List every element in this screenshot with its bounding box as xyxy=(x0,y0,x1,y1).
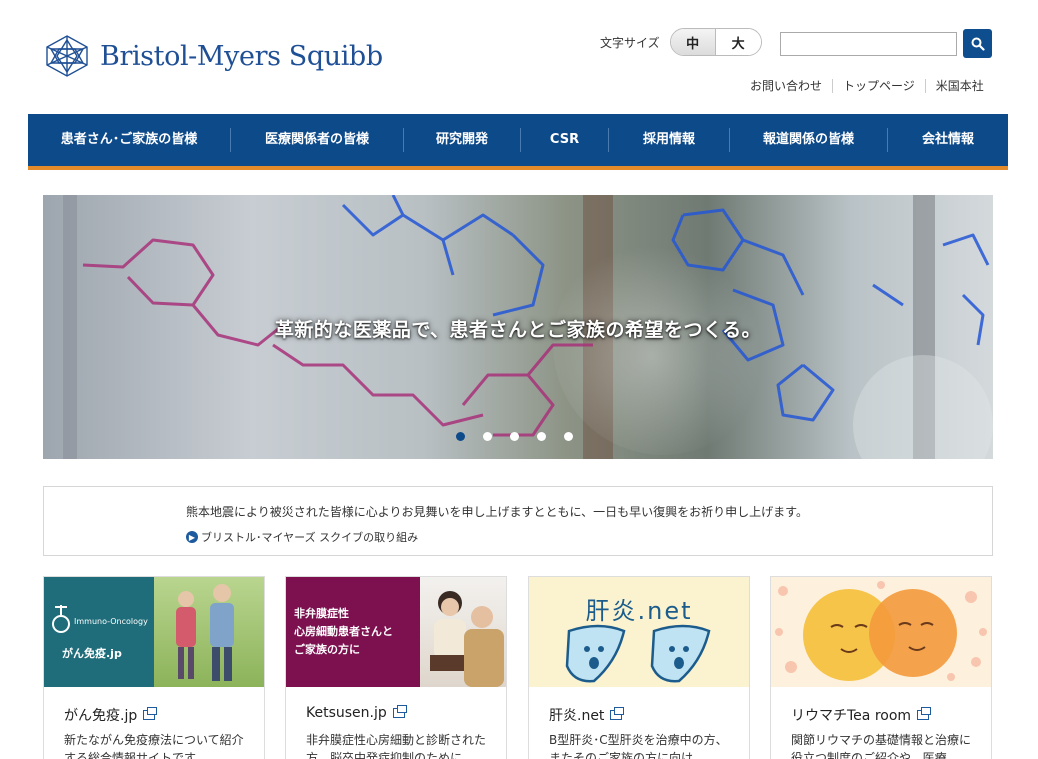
notice-box: 熊本地震により被災された皆様に心よりお見舞いを申し上げますとともに、一日も早い復… xyxy=(43,486,993,556)
card-kanen-net[interactable]: 肝炎.net 肝炎.net B型肝炎･C型肝炎を治療中の方、またそのご家族の方に… xyxy=(528,576,750,759)
carousel-dot-2[interactable] xyxy=(483,432,492,441)
card-image-label: がん免疫.jp xyxy=(62,647,122,660)
card-image-label: 非弁膜症性 心房細動患者さんと ご家族の方に xyxy=(294,607,393,656)
font-size-label: 文字サイズ xyxy=(600,35,660,50)
sun-faces-illustration-icon xyxy=(775,581,987,681)
card-description: 非弁膜症性心房細動と診断された方、脳卒中発症抑制のために xyxy=(306,733,487,759)
card-description: 関節リウマチの基礎情報と治療に役立つ制度のご紹介や、医療 xyxy=(791,733,972,759)
font-size-switcher: 文字サイズ 中 大 xyxy=(600,28,762,56)
arrow-right-icon: ▶ xyxy=(186,531,198,543)
card-rheumatism-tea-room[interactable]: リウマチTea room 関節リウマチの基礎情報と治療に役立つ制度のご紹介や、医… xyxy=(770,576,992,759)
external-link-icon xyxy=(143,707,158,720)
notice-text: 熊本地震により被災された皆様に心よりお見舞いを申し上げますとともに、一日も早い復… xyxy=(186,505,808,519)
card-title[interactable]: 肝炎.net xyxy=(549,705,625,725)
card-image: 肝炎.net xyxy=(529,577,749,687)
notice-link[interactable]: ▶ ブリストル･マイヤーズ スクイブの取り組み xyxy=(186,529,418,545)
card-image xyxy=(771,577,991,687)
card-description: 新たながん免疫療法について紹介する総合情報サイトです xyxy=(64,733,244,759)
family-photo-icon xyxy=(430,591,504,687)
card-title-text: 肝炎.net xyxy=(549,708,605,724)
font-size-medium-button[interactable]: 中 xyxy=(670,29,716,55)
nav-item-csr[interactable]: CSR xyxy=(520,128,608,152)
search-input[interactable] xyxy=(780,32,957,56)
card-description: B型肝炎･C型肝炎を治療中の方、またそのご家族の方に向け xyxy=(549,733,728,759)
couple-photo-icon xyxy=(176,584,234,681)
search-icon xyxy=(971,37,985,51)
card-gan-meneki[interactable]: Immuno-Oncology がん免疫.jp がん免疫.jp 新たながん免疫療… xyxy=(43,576,265,759)
card-image: Immuno-Oncology がん免疫.jp xyxy=(44,577,264,687)
global-nav: 患者さん･ご家族の皆様 医療関係者の皆様 研究開発 CSR 採用情報 報道関係の… xyxy=(28,114,1008,170)
carousel-dot-1[interactable] xyxy=(456,432,465,441)
nav-item-recruit[interactable]: 採用情報 xyxy=(608,128,729,152)
card-title-text: がん免疫.jp xyxy=(64,708,138,724)
carousel-dot-3[interactable] xyxy=(510,432,519,441)
external-link-icon xyxy=(610,707,625,720)
external-link-icon xyxy=(917,707,932,720)
logo-star-icon xyxy=(46,35,88,77)
nav-item-research[interactable]: 研究開発 xyxy=(403,128,520,152)
nav-item-patients[interactable]: 患者さん･ご家族の皆様 xyxy=(28,128,230,152)
card-image: 非弁膜症性 心房細動患者さんと ご家族の方に xyxy=(286,577,506,687)
search-button[interactable] xyxy=(963,29,992,58)
font-size-large-button[interactable]: 大 xyxy=(715,29,761,55)
card-title-text: Ketsusen.jp xyxy=(306,705,387,721)
contact-link[interactable]: お問い合わせ xyxy=(750,79,832,93)
liver-characters-icon xyxy=(565,624,711,683)
nav-item-company[interactable]: 会社情報 xyxy=(887,128,1008,152)
card-title[interactable]: リウマチTea room xyxy=(791,705,932,725)
external-link-icon xyxy=(392,705,407,718)
card-title[interactable]: がん免疫.jp xyxy=(64,705,158,725)
carousel-dots xyxy=(456,432,573,441)
font-size-group: 中 大 xyxy=(669,28,762,56)
immuno-oncology-emblem-icon xyxy=(52,605,70,633)
card-image-sublabel: Immuno-Oncology xyxy=(74,617,148,626)
nav-item-press[interactable]: 報道関係の皆様 xyxy=(729,128,887,152)
us-headquarters-link[interactable]: 米国本社 xyxy=(924,79,984,93)
card-title-text: リウマチTea room xyxy=(791,708,912,724)
card-ketsusen[interactable]: 非弁膜症性 心房細動患者さんと ご家族の方に Ketsusen.jp 非弁膜症性… xyxy=(285,576,507,759)
hero-carousel[interactable]: 革新的な医薬品で、患者さんとご家族の希望をつくる。 xyxy=(43,195,993,459)
card-title[interactable]: Ketsusen.jp xyxy=(306,705,407,721)
nav-item-medical[interactable]: 医療関係者の皆様 xyxy=(230,128,403,152)
hero-caption: 革新的な医薬品で、患者さんとご家族の希望をつくる。 xyxy=(274,319,762,341)
brand-name: Bristol-Myers Squibb xyxy=(100,40,383,72)
carousel-dot-4[interactable] xyxy=(537,432,546,441)
top-page-link[interactable]: トップページ xyxy=(832,79,925,93)
notice-link-label: ブリストル･マイヤーズ スクイブの取り組み xyxy=(201,531,419,544)
brand-logo[interactable]: Bristol-Myers Squibb xyxy=(43,34,383,78)
utility-links: お問い合わせ トップページ 米国本社 xyxy=(750,79,984,93)
carousel-dot-5[interactable] xyxy=(564,432,573,441)
